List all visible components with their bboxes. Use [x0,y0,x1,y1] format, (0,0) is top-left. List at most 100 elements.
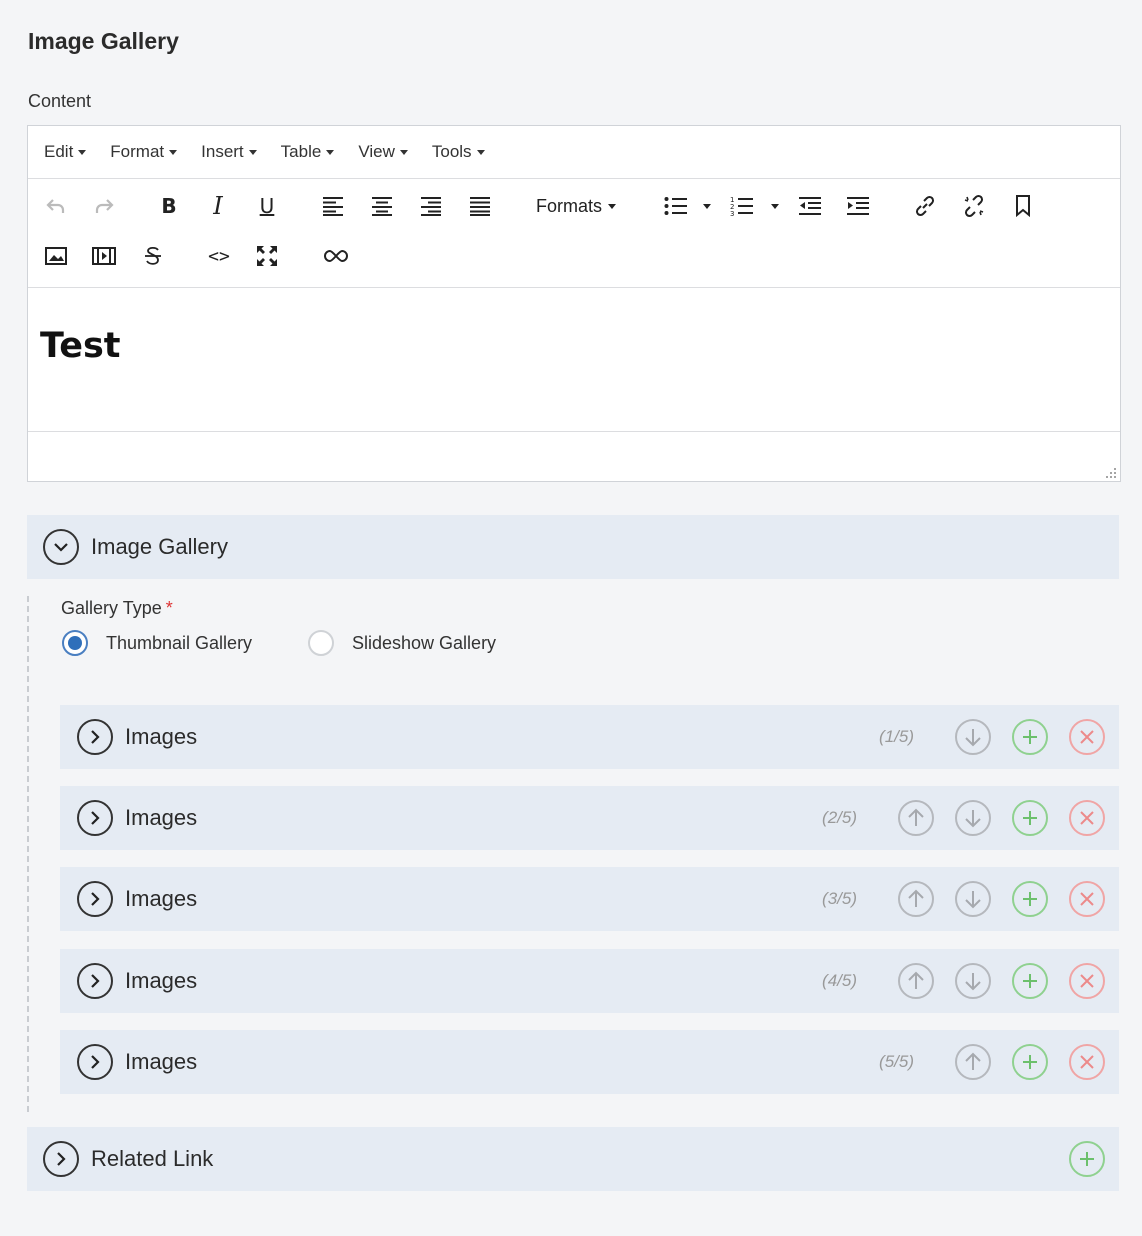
numbered-list-chevron-down-icon[interactable] [763,192,781,220]
row-actions: (2/5) [822,786,1105,850]
chevron-down-icon [248,149,257,155]
resize-handle-icon[interactable] [1106,468,1116,478]
add-item-button[interactable] [1012,963,1048,999]
remove-item-button[interactable] [1069,719,1105,755]
expand-toggle-button[interactable] [43,1141,79,1177]
remove-item-button[interactable] [1069,881,1105,917]
italic-icon[interactable]: I [204,192,232,220]
link-icon[interactable] [911,192,939,220]
images-row[interactable]: Images (3/5) [60,867,1119,931]
images-row-title: Images [125,886,198,911]
images-row[interactable]: Images (2/5) [60,786,1119,850]
underline-icon[interactable]: U [253,192,281,220]
move-up-button[interactable] [898,800,934,836]
expand-toggle-button[interactable] [77,881,113,917]
page-title: Image Gallery [28,28,179,54]
media-icon[interactable] [90,242,118,270]
gallery-type-label-text: Gallery Type [61,598,162,618]
section-divider [27,596,29,1112]
code-icon[interactable]: <> [205,242,233,270]
move-down-button[interactable] [955,800,991,836]
move-up-button[interactable] [955,1044,991,1080]
unlink-icon[interactable] [960,192,988,220]
image-icon[interactable] [42,242,70,270]
images-row-title: Images [125,1049,198,1074]
item-counter: (5/5) [879,1052,914,1071]
expand-toggle-button[interactable] [77,963,113,999]
menu-tools[interactable]: Tools [432,142,485,162]
plus-icon [1023,1055,1037,1069]
remove-item-button[interactable] [1069,800,1105,836]
item-counter: (4/5) [822,971,857,990]
images-row[interactable]: Images (1/5) [60,705,1119,769]
collapse-toggle-button[interactable] [43,529,79,565]
editor-toolbar: B I U Formats 123 <> [28,180,1120,288]
menu-format[interactable]: Format [110,142,178,162]
add-item-button[interactable] [1012,719,1048,755]
bold-icon[interactable]: B [155,192,183,220]
move-up-button[interactable] [898,963,934,999]
move-up-button[interactable] [898,881,934,917]
radio-slideshow-gallery[interactable]: Slideshow Gallery [308,630,496,656]
editor-content-area[interactable]: Test [28,288,1120,432]
caret-icon [703,203,711,209]
align-left-icon[interactable] [319,192,347,220]
add-item-button[interactable] [1012,1044,1048,1080]
related-link-section-header[interactable]: Related Link [27,1127,1119,1191]
add-item-button[interactable] [1012,881,1048,917]
arrow-up-icon [908,808,924,826]
menu-insert-label: Insert [201,142,244,161]
menu-edit-label: Edit [44,142,74,161]
remove-item-button[interactable] [1069,963,1105,999]
plus-icon [1023,811,1037,825]
images-row[interactable]: Images (5/5) [60,1030,1119,1094]
move-down-button[interactable] [955,719,991,755]
plus-icon [1023,730,1037,744]
plus-icon [1023,974,1037,988]
indent-icon[interactable] [844,192,872,220]
bullet-list-icon[interactable] [662,192,690,220]
close-icon [1080,730,1094,744]
move-down-button[interactable] [955,963,991,999]
align-justify-icon[interactable] [466,192,494,220]
content-heading: Test [40,326,121,366]
remove-item-button[interactable] [1069,1044,1105,1080]
menu-edit[interactable]: Edit [44,142,87,162]
strikethrough-icon[interactable] [139,242,167,270]
menu-insert[interactable]: Insert [201,142,257,162]
bullet-list-chevron-down-icon[interactable] [695,192,713,220]
bookmark-icon[interactable] [1009,192,1037,220]
menu-view[interactable]: View [358,142,408,162]
outdent-icon[interactable] [796,192,824,220]
images-row-title: Images [125,805,198,830]
images-row-title: Images [125,724,198,749]
arrow-down-icon [965,973,981,991]
radio-thumbnail-gallery[interactable]: Thumbnail Gallery [62,630,252,656]
image-gallery-section-header[interactable]: Image Gallery [27,515,1119,579]
expand-toggle-button[interactable] [77,1044,113,1080]
item-counter: (2/5) [822,808,857,827]
add-related-link-button[interactable] [1069,1141,1105,1177]
formats-dropdown[interactable]: Formats [536,196,617,217]
menu-table[interactable]: Table [281,142,335,162]
radio-unchecked-icon[interactable] [308,630,334,656]
anchor-icon[interactable] [322,242,350,270]
align-center-icon[interactable] [368,192,396,220]
expand-toggle-button[interactable] [77,800,113,836]
expand-toggle-button[interactable] [77,719,113,755]
close-icon [1080,811,1094,825]
radio-checked-icon[interactable] [62,630,88,656]
move-down-button[interactable] [955,881,991,917]
undo-icon[interactable] [42,192,70,220]
chevron-right-icon [91,892,100,906]
gallery-type-label: Gallery Type * [61,598,173,619]
redo-icon[interactable] [90,192,118,220]
add-item-button[interactable] [1012,800,1048,836]
align-right-icon[interactable] [417,192,445,220]
fullscreen-icon[interactable] [253,242,281,270]
menu-view-label: View [358,142,395,161]
images-row[interactable]: Images (4/5) [60,949,1119,1013]
chevron-down-icon [399,149,408,155]
svg-text:3: 3 [730,210,734,217]
numbered-list-icon[interactable]: 123 [728,192,756,220]
